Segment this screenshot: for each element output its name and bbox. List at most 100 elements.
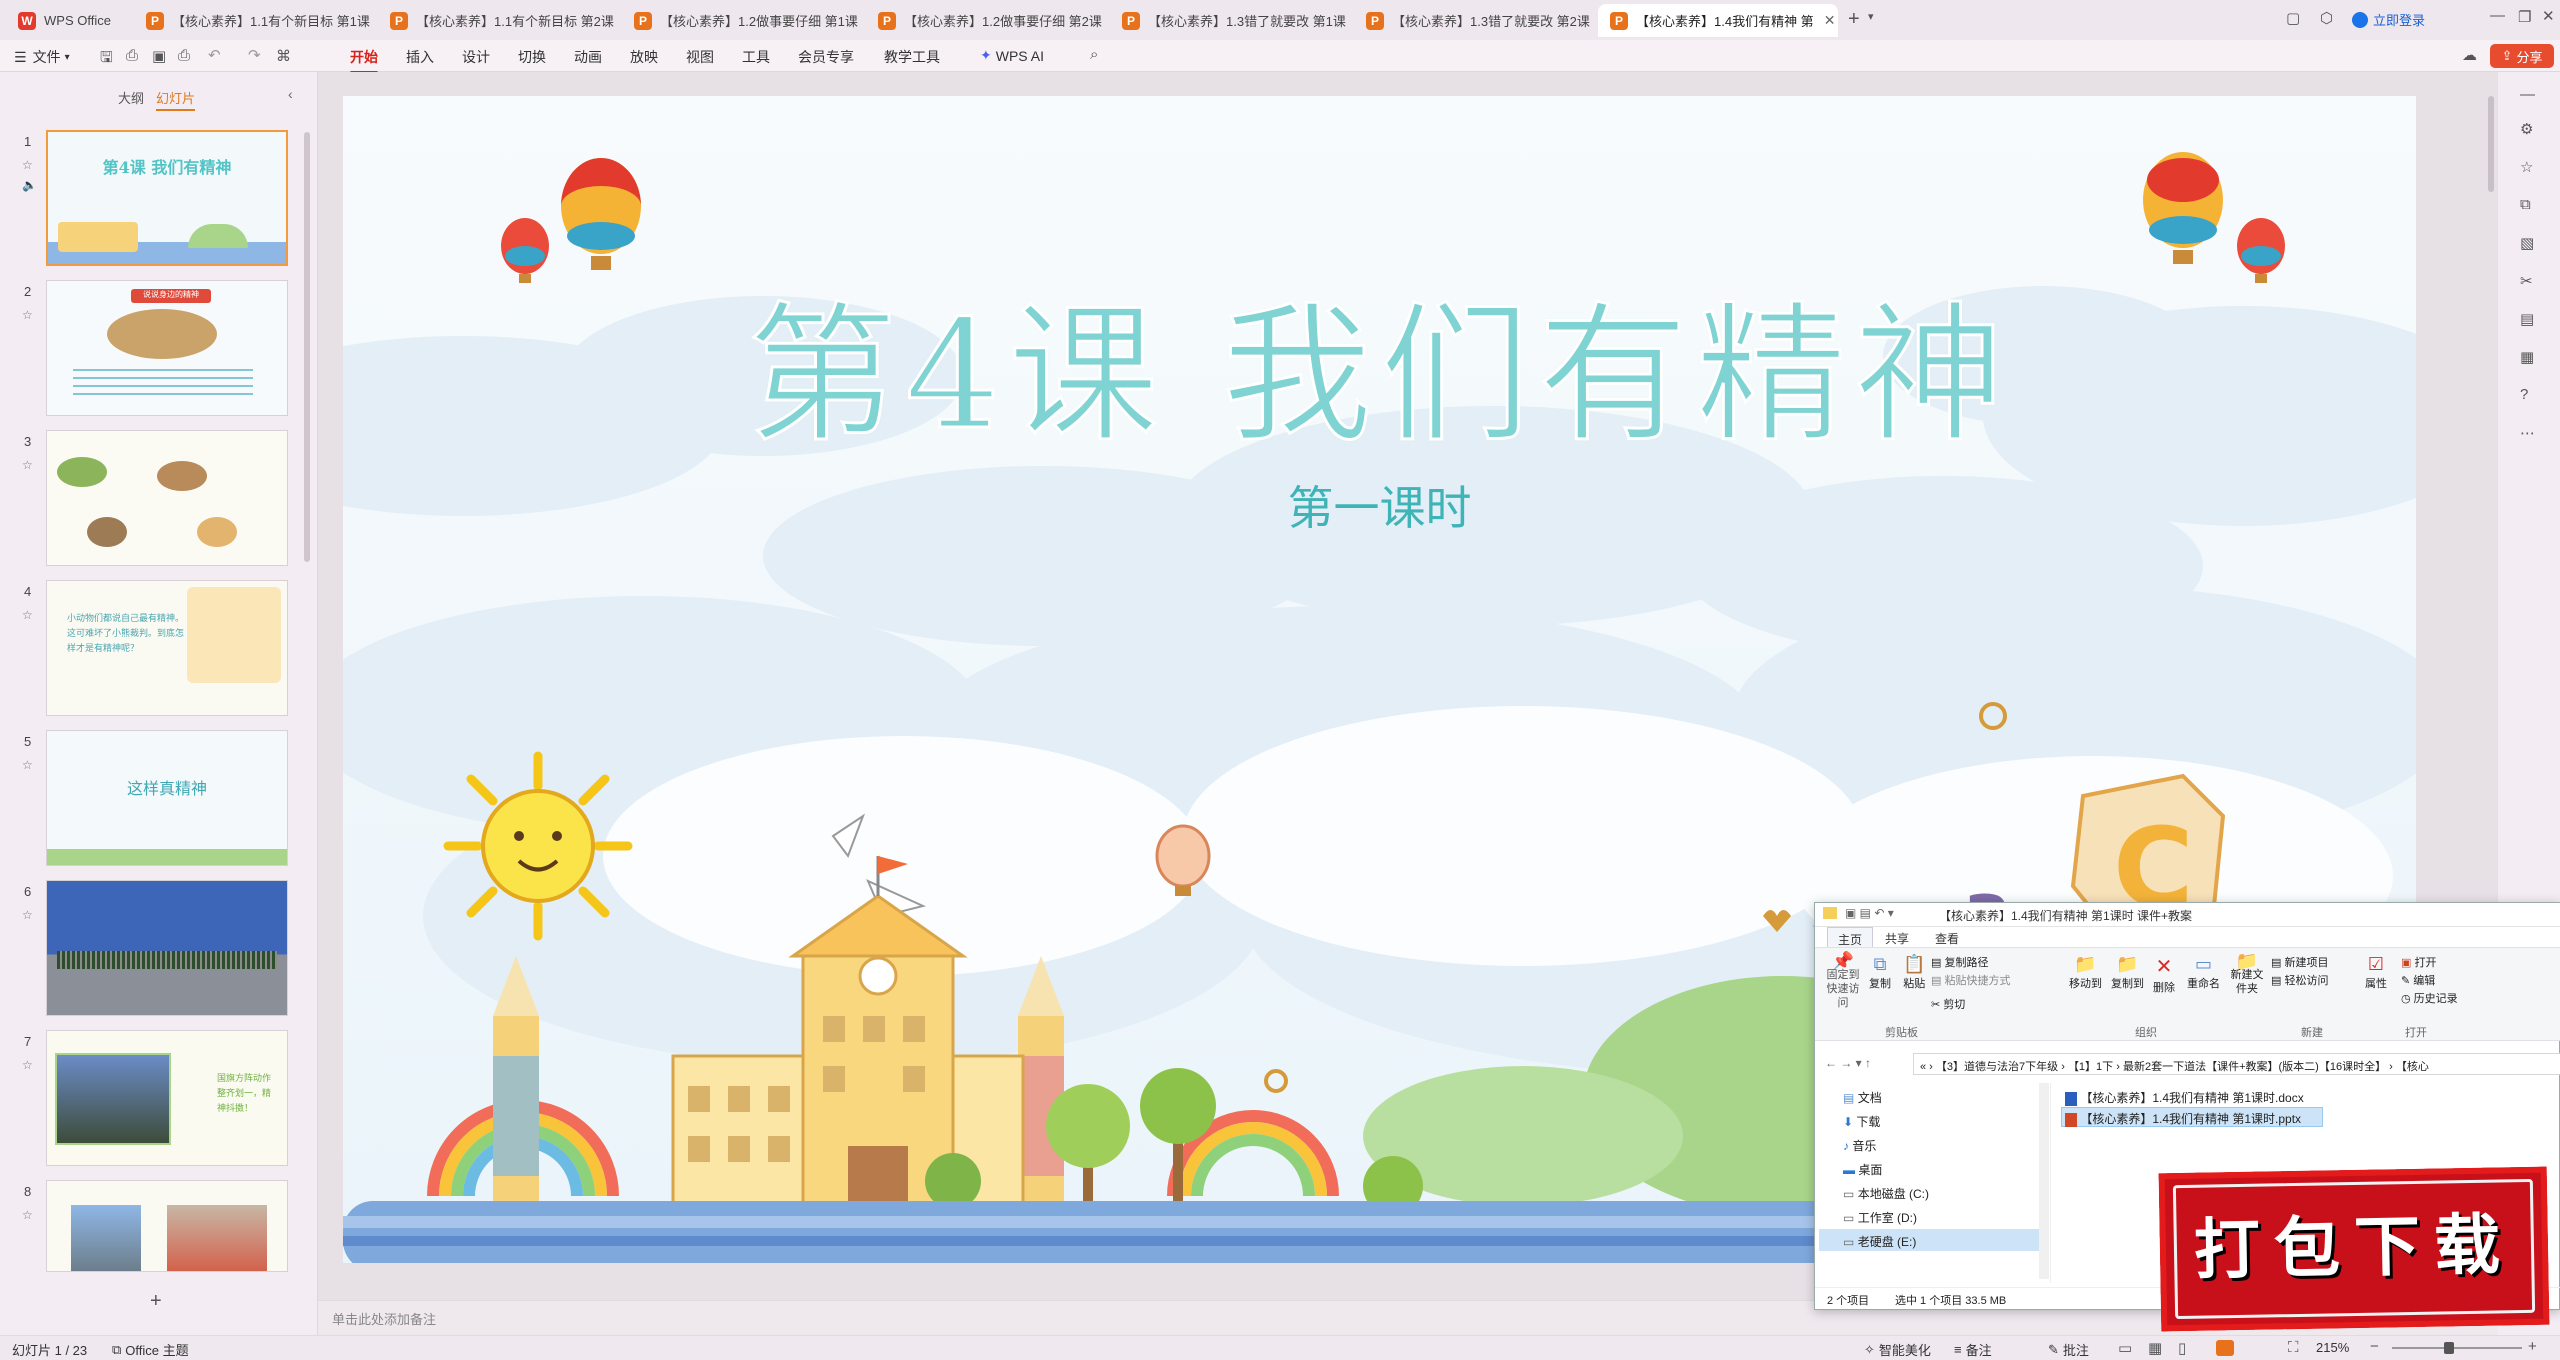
- explorer-tab-share[interactable]: 共享: [1885, 930, 1909, 947]
- breadcrumb-overflow[interactable]: «: [1920, 1061, 1926, 1073]
- slide-thumbnail-7[interactable]: 国旗方阵动作整齐划一，精神抖擞！: [46, 1030, 288, 1166]
- file-item-docx[interactable]: 【核心素养】1.4我们有精神 第1课时.docx: [2065, 1089, 2304, 1106]
- editor-scrollbar[interactable]: [2488, 96, 2494, 192]
- file-item-pptx[interactable]: 【核心素养】1.4我们有精神 第1课时.pptx: [2065, 1110, 2301, 1127]
- fit-window-icon[interactable]: ⛶: [2288, 1339, 2299, 1356]
- paste-shortcut-button[interactable]: ▤ 粘贴快捷方式: [1931, 972, 2010, 988]
- tab-home[interactable]: 开始: [350, 47, 378, 74]
- tab-insert[interactable]: 插入: [406, 47, 434, 67]
- tab-tools[interactable]: 工具: [742, 47, 770, 67]
- reading-view-icon[interactable]: ▯: [2178, 1339, 2186, 1357]
- cloud-icon[interactable]: ☁: [2462, 46, 2477, 64]
- tools-icon[interactable]: ✂: [2520, 272, 2533, 290]
- slide-thumbnail-2[interactable]: 说说身边的精神: [46, 280, 288, 416]
- edit-button[interactable]: ✎ 编辑: [2401, 972, 2435, 988]
- print-preview-icon[interactable]: ▣: [152, 47, 166, 65]
- tree-item-downloads[interactable]: ⬇ 下载: [1843, 1113, 1880, 1130]
- more-icon[interactable]: ⋯: [2520, 424, 2535, 442]
- doc-tab[interactable]: P 【核心素养】1.3错了就要改 第1课时: [1110, 4, 1346, 37]
- tab-slideshow[interactable]: 放映: [630, 47, 658, 67]
- tree-item-documents[interactable]: ▤ 文档: [1843, 1089, 1882, 1106]
- doc-tab[interactable]: P 【核心素养】1.1有个新目标 第2课时: [378, 4, 614, 37]
- doc-tab[interactable]: P 【核心素养】1.3错了就要改 第2课时: [1354, 4, 1590, 37]
- doc-tab[interactable]: P 【核心素养】1.2做事要仔细 第1课时: [622, 4, 858, 37]
- easy-access-button[interactable]: ▤ 轻松访问: [2271, 972, 2328, 988]
- add-tab-icon[interactable]: +: [1848, 8, 1860, 31]
- add-slide-icon[interactable]: +: [150, 1290, 162, 1313]
- tab-design[interactable]: 设计: [462, 47, 490, 67]
- breadcrumb-item[interactable]: 【核心: [2396, 1061, 2429, 1073]
- history-button[interactable]: ◷ 历史记录: [2401, 990, 2458, 1006]
- tree-item-drive-e[interactable]: ▭ 老硬盘 (E:): [1843, 1233, 1916, 1250]
- layout-icon[interactable]: ▤: [2520, 310, 2534, 328]
- move-to-button[interactable]: 📁 移动到: [2069, 954, 2102, 991]
- address-bar[interactable]: « › 【3】道德与法治7下年级 › 【1】1下 › 最新2套一下道法【课件+教…: [1913, 1053, 2560, 1075]
- help-icon[interactable]: ?: [2520, 386, 2528, 403]
- notes-placeholder[interactable]: 单击此处添加备注: [332, 1309, 436, 1328]
- copy-path-button[interactable]: ▤ 复制路径: [1931, 954, 1988, 970]
- slide-thumbnail-6[interactable]: [46, 880, 288, 1016]
- slide-thumbnail-4[interactable]: 小动物们都说自己最有精神。这可难坏了小熊裁判。到底怎样才是有精神呢？: [46, 580, 288, 716]
- copy-icon[interactable]: ⧉: [2520, 196, 2531, 213]
- tab-member[interactable]: 会员专享: [798, 47, 854, 67]
- tree-item-drive-d[interactable]: ▭ 工作室 (D:): [1843, 1209, 1917, 1226]
- slide-title[interactable]: 第4课 我们有精神: [343, 254, 2416, 471]
- export-pdf-icon[interactable]: ⎙: [126, 47, 138, 64]
- tree-item-desktop[interactable]: ▬ 桌面: [1843, 1161, 1882, 1178]
- tab-transition[interactable]: 切换: [518, 47, 546, 67]
- slide-thumbnail-8[interactable]: [46, 1180, 288, 1272]
- nav-arrows[interactable]: ← → ▾ ↑: [1825, 1056, 1871, 1070]
- tab-view[interactable]: 视图: [686, 47, 714, 67]
- login-button[interactable]: 立即登录: [2352, 10, 2425, 29]
- explorer-tab-home[interactable]: 主页: [1827, 927, 1874, 947]
- download-banner[interactable]: 打包下载: [2158, 1166, 2550, 1332]
- tree-item-drive-c[interactable]: ▭ 本地磁盘 (C:): [1843, 1185, 1929, 1202]
- cube-icon[interactable]: ⬡: [2320, 9, 2333, 27]
- tab-outline[interactable]: 大纲: [118, 88, 144, 107]
- file-menu[interactable]: ☰ 文件 ▾: [14, 47, 70, 67]
- cut-button[interactable]: ✂ 剪切: [1931, 996, 1965, 1012]
- zoom-slider-thumb[interactable]: [2444, 1342, 2454, 1354]
- window-layout-icon[interactable]: ▢: [2286, 9, 2300, 27]
- slide-thumbnail-3[interactable]: [46, 430, 288, 566]
- slide-thumbnail-5[interactable]: 这样真精神: [46, 730, 288, 866]
- zoom-out-icon[interactable]: −: [2370, 1338, 2379, 1355]
- doc-tab-active[interactable]: P 【核心素养】1.4我们有精神 第 ✕: [1598, 4, 1838, 37]
- rename-button[interactable]: ▭ 重命名: [2187, 954, 2220, 991]
- explorer-tab-view[interactable]: 查看: [1935, 930, 1959, 947]
- breadcrumb-item[interactable]: 【1】1下: [2068, 1061, 2113, 1073]
- share-button[interactable]: ⇪ 分享: [2490, 44, 2554, 68]
- undo-icon[interactable]: ↶: [208, 46, 221, 64]
- search-icon[interactable]: ⌕: [1090, 46, 1098, 63]
- redo-icon[interactable]: ↷: [248, 46, 261, 64]
- collapse-pane-icon[interactable]: ‹: [288, 86, 293, 102]
- doc-tab[interactable]: P 【核心素养】1.1有个新目标 第1课时: [134, 4, 370, 37]
- format-painter-icon[interactable]: ⌘: [276, 47, 291, 65]
- restore-icon[interactable]: ❐: [2518, 8, 2531, 26]
- star-icon[interactable]: ☆: [2520, 158, 2533, 176]
- collapse-icon[interactable]: —: [2520, 86, 2535, 103]
- grid-icon[interactable]: ▦: [2520, 348, 2534, 366]
- smart-beautify-button[interactable]: ✧ 智能美化: [1864, 1340, 1931, 1359]
- theme-indicator[interactable]: ⧉ Office 主题: [112, 1340, 189, 1359]
- close-icon[interactable]: ✕: [1824, 12, 1836, 29]
- normal-view-icon[interactable]: ▭: [2118, 1339, 2132, 1357]
- doc-tab[interactable]: P 【核心素养】1.2做事要仔细 第2课时: [866, 4, 1102, 37]
- zoom-level[interactable]: 215%: [2316, 1340, 2349, 1355]
- slide-thumbnail-1[interactable]: 第4课 我们有精神: [46, 130, 288, 266]
- play-icon[interactable]: [2216, 1340, 2234, 1356]
- save-icon[interactable]: 🖫: [100, 47, 113, 72]
- close-window-icon[interactable]: ✕: [2542, 7, 2555, 25]
- new-folder-button[interactable]: 📁 新建文件夹: [2229, 952, 2265, 996]
- wps-ai-button[interactable]: ✦ WPS AI: [980, 47, 1044, 64]
- notes-button[interactable]: ≡ 备注: [1954, 1340, 1992, 1359]
- tree-scrollbar[interactable]: [2039, 1083, 2049, 1279]
- tree-item-music[interactable]: ♪ 音乐: [1843, 1137, 1876, 1154]
- comments-button[interactable]: ✎ 批注: [2048, 1340, 2089, 1359]
- minimize-icon[interactable]: —: [2490, 7, 2505, 24]
- pin-button[interactable]: 📌 固定到快速访问: [1825, 952, 1861, 1010]
- sorter-view-icon[interactable]: ▦: [2148, 1339, 2162, 1357]
- wps-home-tab[interactable]: W WPS Office: [6, 4, 134, 37]
- thumbs-scrollbar[interactable]: [304, 132, 310, 562]
- zoom-slider[interactable]: [2392, 1347, 2522, 1349]
